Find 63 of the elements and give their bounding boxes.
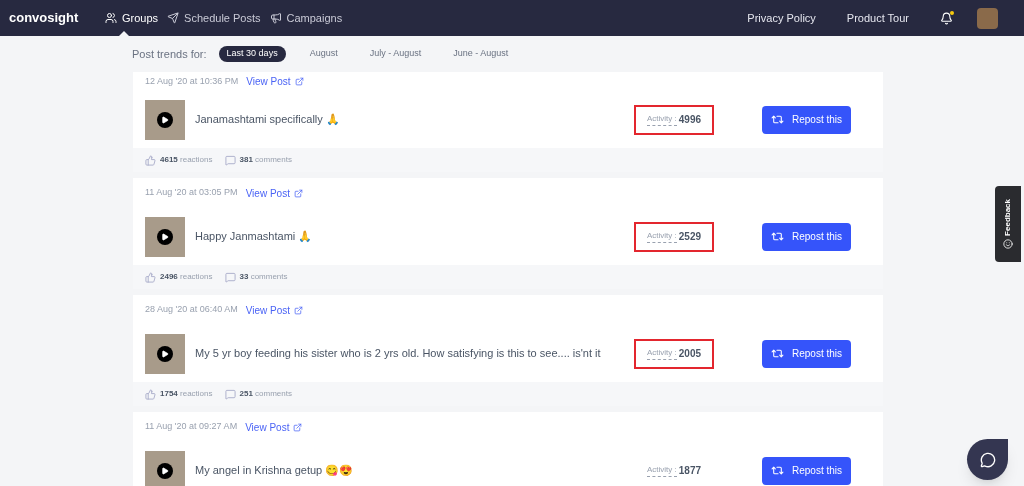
nav-icon bbox=[105, 12, 117, 24]
like-icon bbox=[145, 388, 156, 400]
period-chip[interactable]: June - August bbox=[445, 46, 517, 62]
repost-button[interactable]: Repost this bbox=[762, 222, 851, 251]
external-link-icon bbox=[293, 188, 303, 198]
comment-icon bbox=[224, 154, 236, 166]
period-chip[interactable]: Last 30 days bbox=[218, 46, 286, 62]
play-icon bbox=[157, 111, 173, 128]
view-post-link[interactable]: View Post bbox=[246, 74, 304, 89]
post-text: My 5 yr boy feeding his sister who is 2 yrs old. How satisfying is this to see.... is'nt it bbox=[195, 346, 602, 362]
external-link-icon bbox=[294, 77, 304, 86]
like-icon bbox=[145, 271, 156, 283]
chat-icon bbox=[979, 451, 996, 468]
like-icon bbox=[145, 154, 156, 166]
repost-icon bbox=[771, 230, 784, 243]
nav-tab[interactable]: Campaigns bbox=[269, 0, 343, 36]
reactions-count: 1754 reactions bbox=[160, 388, 213, 400]
post-date: 11 Aug '20 at 03:05 PM bbox=[145, 186, 238, 200]
repost-button[interactable]: Repost this bbox=[762, 456, 851, 485]
video-thumbnail[interactable] bbox=[145, 99, 185, 140]
play-icon bbox=[157, 462, 173, 479]
repost-icon bbox=[771, 113, 784, 126]
brand-logo[interactable]: convosight bbox=[9, 8, 105, 28]
chat-button[interactable] bbox=[967, 439, 1008, 480]
period-chip[interactable]: August bbox=[301, 46, 346, 62]
post-date: 11 Aug '20 at 09:27 AM bbox=[145, 420, 238, 434]
video-thumbnail[interactable] bbox=[145, 450, 185, 486]
comments-count: 251 comments bbox=[239, 388, 292, 400]
feedback-tab[interactable]: Feedback bbox=[995, 186, 1021, 262]
avatar[interactable] bbox=[977, 7, 998, 29]
play-icon bbox=[157, 345, 173, 362]
repost-icon bbox=[771, 464, 784, 477]
nav-link[interactable]: Privacy Policy bbox=[747, 9, 816, 27]
post-text: My angel in Krishna getup 😋😍 bbox=[195, 463, 355, 479]
nav-tab[interactable]: Groups bbox=[105, 0, 159, 36]
play-icon bbox=[157, 228, 173, 245]
filter-label: Post trends for: bbox=[132, 46, 207, 62]
post-text: Janamashtami specifically 🙏 bbox=[195, 112, 341, 128]
external-link-icon bbox=[293, 422, 303, 432]
comments-count: 381 comments bbox=[239, 154, 292, 166]
comment-icon bbox=[224, 388, 236, 400]
comments-count: 33 comments bbox=[239, 271, 288, 283]
video-thumbnail[interactable] bbox=[145, 216, 185, 257]
period-chip[interactable]: July - August bbox=[361, 46, 430, 62]
reactions-count: 2496 reactions bbox=[160, 271, 213, 283]
post-text: Happy Janmashtami 🙏 bbox=[195, 229, 314, 245]
view-post-link[interactable]: View Post bbox=[245, 419, 303, 435]
repost-button[interactable]: Repost this bbox=[762, 339, 851, 368]
repost-icon bbox=[771, 347, 784, 360]
nav-link[interactable]: Product Tour bbox=[846, 9, 909, 27]
notification-bell-icon[interactable] bbox=[940, 11, 953, 25]
video-thumbnail[interactable] bbox=[145, 333, 185, 374]
post-date: 12 Aug '20 at 10:36 PM bbox=[145, 74, 239, 88]
reactions-count: 4615 reactions bbox=[160, 154, 213, 166]
post-date: 28 Aug '20 at 06:40 AM bbox=[145, 303, 238, 317]
comment-icon bbox=[224, 271, 236, 283]
view-post-link[interactable]: View Post bbox=[245, 302, 304, 318]
nav-tab[interactable]: Schedule Posts bbox=[167, 0, 261, 36]
nav-icon bbox=[269, 12, 282, 24]
nav-icon bbox=[167, 12, 180, 24]
repost-button[interactable]: Repost this bbox=[762, 105, 851, 134]
external-link-icon bbox=[294, 305, 304, 315]
view-post-link[interactable]: View Post bbox=[245, 185, 303, 201]
